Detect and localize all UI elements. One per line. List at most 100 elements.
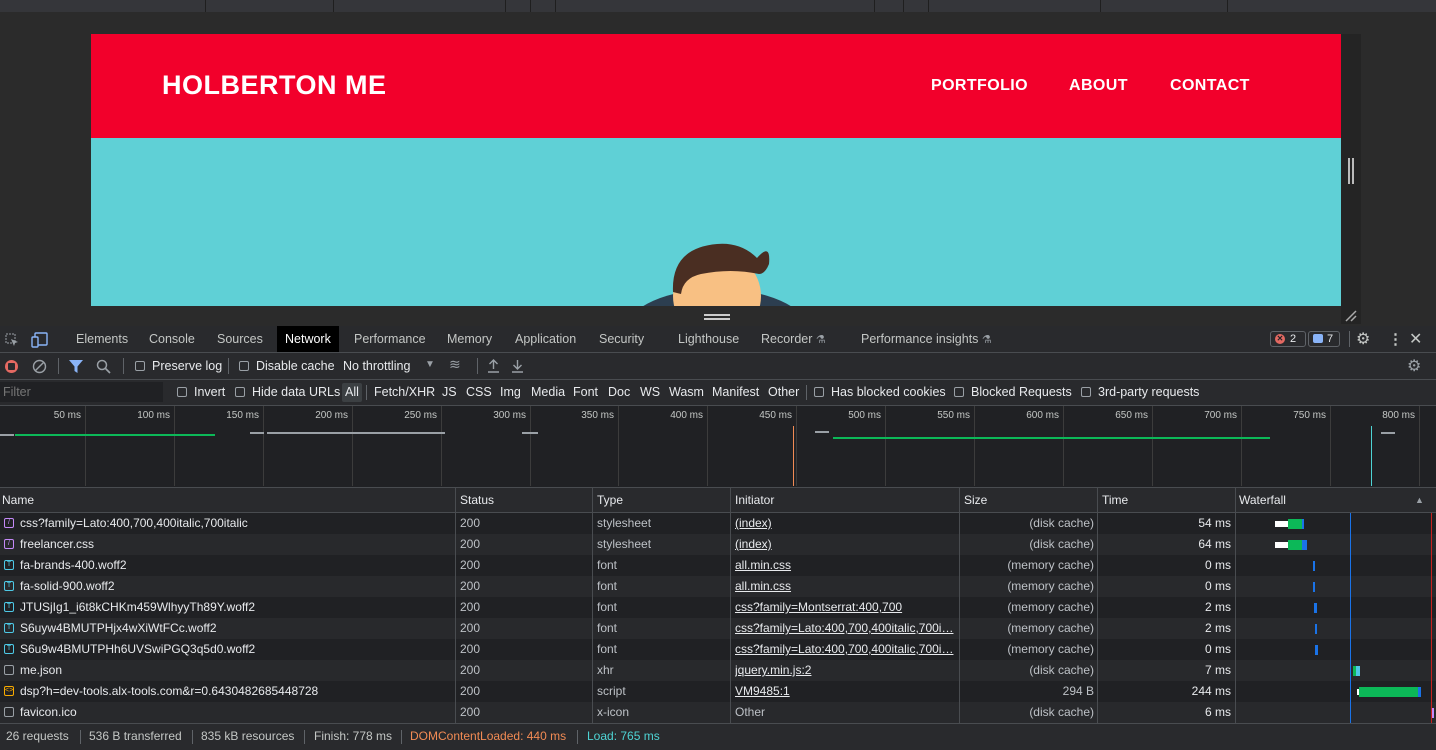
filter-icon[interactable]: [69, 360, 83, 373]
overview-gridline: [352, 406, 353, 486]
table-row[interactable]: Tfa-solid-900.woff2 200 font all.min.css (me…: [0, 576, 1436, 597]
type-filter-other[interactable]: Other: [768, 380, 799, 405]
type-filter-manifest[interactable]: Manifest: [712, 380, 759, 405]
tab-console[interactable]: Console: [149, 326, 195, 352]
overview-gridline: [1419, 406, 1420, 486]
table-row[interactable]: T S6u9w4BMUTPHh6UVSwiPGQ3q5d0.woff2 200 fon…: [0, 639, 1436, 660]
request-initiator[interactable]: all.min.css: [735, 576, 957, 596]
request-initiator[interactable]: css?family=Lato:400,700,400italic,700i…: [735, 639, 957, 659]
request-initiator[interactable]: jquery.min.js:2: [735, 660, 957, 680]
message-count: 7: [1327, 333, 1334, 345]
xhr-icon: [4, 665, 14, 675]
request-initiator[interactable]: all.min.css: [735, 555, 957, 575]
type-filter-media[interactable]: Media: [531, 380, 565, 405]
column-name[interactable]: Name: [0, 488, 34, 513]
inspect-element-icon[interactable]: [5, 333, 19, 347]
device-toolbar-icon[interactable]: [31, 332, 49, 348]
type-filter-wasm[interactable]: Wasm: [669, 380, 704, 405]
filter-input[interactable]: [0, 382, 163, 402]
request-initiator[interactable]: (index): [735, 534, 957, 554]
overview-tick-label: 450 ms: [759, 410, 792, 421]
tab-elements[interactable]: Elements: [76, 326, 128, 352]
close-devtools-icon[interactable]: ✕: [1409, 329, 1422, 349]
search-icon[interactable]: [96, 359, 111, 374]
tab-security[interactable]: Security: [599, 326, 644, 352]
message-counter[interactable]: 7: [1308, 331, 1340, 347]
network-settings-gear-icon[interactable]: ⚙: [1407, 356, 1421, 376]
request-status: 200: [460, 516, 481, 530]
type-filter-img[interactable]: Img: [500, 380, 521, 405]
table-row[interactable]: T JTUSjIg1_i6t8kCHKm459WlhyyTh89Y.woff2 20…: [0, 597, 1436, 618]
nav-link-about[interactable]: ABOUT: [1069, 77, 1128, 95]
request-status: 200: [460, 579, 481, 593]
column-divider[interactable]: [1097, 488, 1098, 723]
overview-tick-label: 400 ms: [670, 410, 703, 421]
settings-gear-icon[interactable]: ⚙: [1356, 329, 1370, 349]
rendered-page[interactable]: HOLBERTON ME PORTFOLIO ABOUT CONTACT: [91, 34, 1341, 306]
blocked-requests-checkbox[interactable]: [954, 387, 964, 397]
tab-lighthouse[interactable]: Lighthouse: [678, 326, 739, 352]
column-divider[interactable]: [730, 488, 731, 723]
nav-link-portfolio[interactable]: PORTFOLIO: [931, 77, 1028, 95]
column-time[interactable]: Time: [1100, 488, 1128, 513]
table-row[interactable]: / freelancer.css 200 stylesheet (index) (disk…: [0, 534, 1436, 555]
more-options-icon[interactable]: ⋮: [1388, 330, 1403, 348]
viewport-width-resize-handle[interactable]: [1348, 158, 1354, 184]
type-filter-all[interactable]: All: [342, 383, 362, 402]
overview-gridline: [618, 406, 619, 486]
tab-network[interactable]: Network: [277, 326, 339, 352]
clear-icon[interactable]: [32, 359, 47, 374]
request-initiator[interactable]: css?family=Montserrat:400,700: [735, 597, 957, 617]
column-divider[interactable]: [959, 488, 960, 723]
preserve-log-checkbox[interactable]: [135, 361, 145, 371]
request-initiator[interactable]: css?family=Lato:400,700,400italic,700i…: [735, 618, 957, 638]
tab-memory[interactable]: Memory: [447, 326, 492, 352]
table-row[interactable]: / css?family=Lato:400,700,400italic,700it…: [0, 513, 1436, 534]
request-initiator[interactable]: VM9485:1: [735, 681, 957, 701]
column-initiator[interactable]: Initiator: [733, 488, 774, 513]
blocked-cookies-checkbox[interactable]: [814, 387, 824, 397]
drawer-resize-handle[interactable]: [704, 314, 730, 320]
nav-link-contact[interactable]: CONTACT: [1170, 77, 1250, 95]
column-type[interactable]: Type: [595, 488, 623, 513]
error-icon: ✕: [1275, 334, 1285, 344]
type-filter-ws[interactable]: WS: [640, 380, 660, 405]
table-row[interactable]: favicon.ico 200 x-icon Other (disk cache) 6 m…: [0, 702, 1436, 723]
table-row[interactable]: <> dsp?h=dev-tools.alx-tools.com&r=0.6430…: [0, 681, 1436, 702]
network-overview-timeline[interactable]: 50 ms 100 ms 150 ms 200 ms 250 ms 300 ms 350 m…: [0, 406, 1436, 488]
toolbar-divider: [58, 358, 59, 374]
type-filter-fetch-xhr[interactable]: Fetch/XHR: [374, 380, 435, 405]
column-divider[interactable]: [1235, 488, 1236, 723]
type-filter-js[interactable]: JS: [442, 380, 457, 405]
type-filter-doc[interactable]: Doc: [608, 380, 630, 405]
column-waterfall[interactable]: Waterfall: [1237, 488, 1286, 513]
request-initiator[interactable]: (index): [735, 513, 957, 533]
type-filter-font[interactable]: Font: [573, 380, 598, 405]
import-har-icon[interactable]: [487, 359, 500, 374]
tab-performance[interactable]: Performance: [354, 326, 426, 352]
column-divider[interactable]: [592, 488, 593, 723]
tab-sources[interactable]: Sources: [217, 326, 263, 352]
hide-data-urls-checkbox[interactable]: [235, 387, 245, 397]
column-status[interactable]: Status: [458, 488, 494, 513]
column-size[interactable]: Size: [962, 488, 987, 513]
table-row[interactable]: Tfa-brands-400.woff2 200 font all.min.css (m…: [0, 555, 1436, 576]
table-row[interactable]: me.json 200 xhr jquery.min.js:2 (disk cache)…: [0, 660, 1436, 681]
table-row[interactable]: T S6uyw4BMUTPHjx4wXiWtFCc.woff2 200 font css…: [0, 618, 1436, 639]
third-party-checkbox[interactable]: [1081, 387, 1091, 397]
overview-tick-label: 800 ms: [1382, 410, 1415, 421]
tab-application[interactable]: Application: [515, 326, 576, 352]
invert-checkbox[interactable]: [177, 387, 187, 397]
record-stop-icon[interactable]: [5, 360, 18, 373]
network-conditions-icon[interactable]: ≋: [449, 356, 461, 373]
tab-recorder[interactable]: Recorder ⚗: [761, 326, 826, 352]
export-har-icon[interactable]: [511, 359, 524, 374]
error-counter[interactable]: ✕ 2: [1270, 331, 1306, 347]
throttling-select[interactable]: No throttling: [343, 353, 410, 380]
site-title[interactable]: HOLBERTON ME: [162, 70, 387, 101]
type-filter-css[interactable]: CSS: [466, 380, 492, 405]
disable-cache-checkbox[interactable]: [239, 361, 249, 371]
column-divider[interactable]: [455, 488, 456, 723]
tab-performance-insights[interactable]: Performance insights ⚗: [861, 326, 992, 352]
resize-grip-icon[interactable]: [1344, 309, 1358, 323]
